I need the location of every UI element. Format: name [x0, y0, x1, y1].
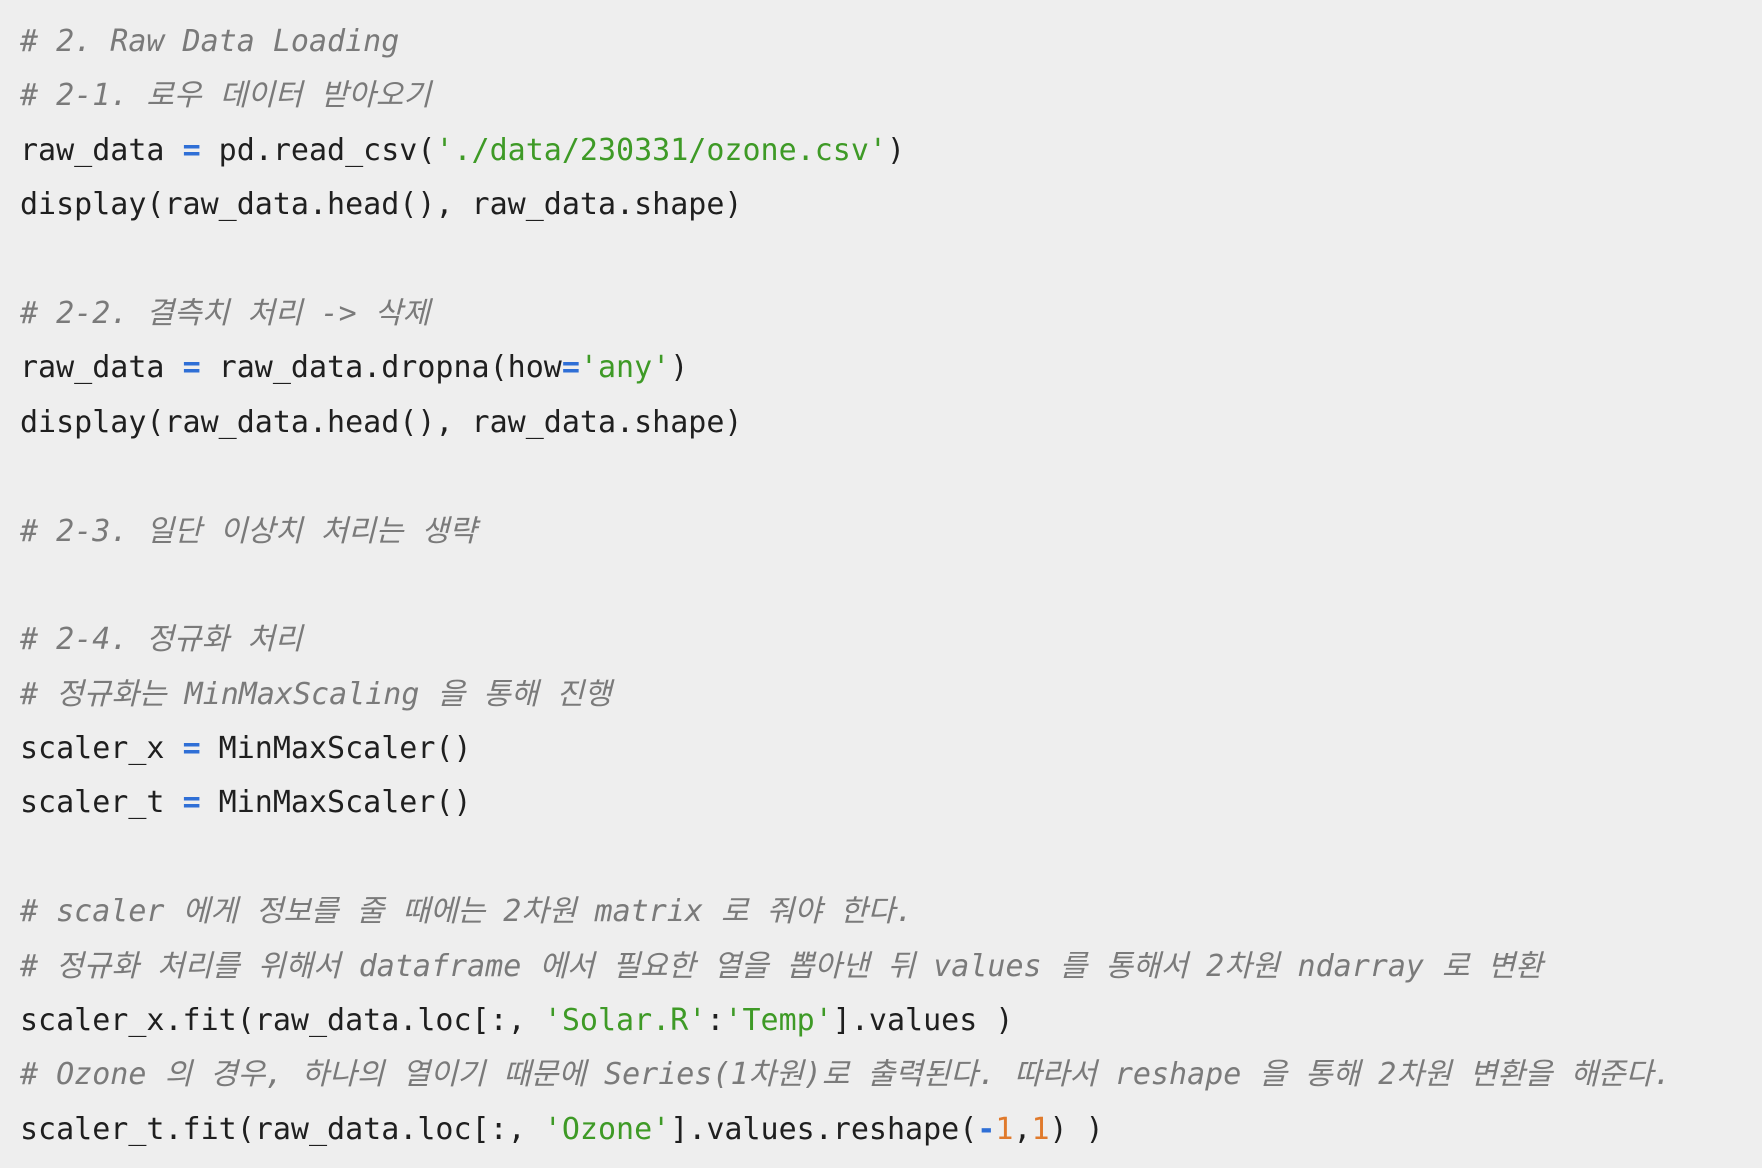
code-comment: # 2-3. 일단 이상치 처리는 생략: [20, 513, 477, 549]
code-comment: # Ozone 의 경우, 하나의 열이기 때문에 Series(1차원)로 출…: [20, 1057, 1672, 1093]
code-comment: # scaler 에게 정보를 줄 때에는 2차원 matrix 로 줘야 한다…: [20, 894, 914, 930]
code-operator: =: [182, 132, 201, 168]
code-token: scaler_t.fit(raw_data.loc[:,: [20, 1111, 544, 1147]
code-token: ): [670, 350, 689, 386]
code-line: # 2-1. 로우 데이터 받아오기: [20, 69, 1762, 123]
code-token: ].values.reshape(: [670, 1111, 978, 1147]
code-token: scaler_x.fit(raw_data.loc[:,: [20, 1003, 544, 1039]
code-comment: # 정규화는 MinMaxScaling 을 통해 진행: [20, 676, 612, 712]
code-line: raw_data = pd.read_csv('./data/230331/oz…: [20, 124, 1762, 178]
code-operator: =: [561, 350, 580, 386]
code-token: MinMaxScaler(): [200, 785, 472, 821]
code-string: 'Solar.R': [543, 1003, 707, 1039]
code-line: # 정규화는 MinMaxScaling 을 통해 진행: [20, 668, 1762, 722]
code-line: # scaler 에게 정보를 줄 때에는 2차원 matrix 로 줘야 한다…: [20, 885, 1762, 939]
code-operator: =: [182, 731, 201, 767]
code-token: display(raw_data.head(), raw_data.shape): [20, 404, 743, 440]
code-token: ].values ): [832, 1003, 1014, 1039]
code-token: MinMaxScaler(): [200, 731, 472, 767]
code-token: raw_data.dropna(how: [200, 350, 562, 386]
code-token: ,: [1013, 1111, 1032, 1147]
code-line: # 2-4. 정규화 처리: [20, 613, 1762, 667]
code-line: # 2. Raw Data Loading: [20, 15, 1762, 69]
code-token: raw_data: [20, 350, 183, 386]
code-string: 'Temp': [724, 1003, 833, 1039]
code-comment: # 2-2. 결측치 처리 -> 삭제: [20, 295, 430, 331]
code-line: # 2-3. 일단 이상치 처리는 생략: [20, 505, 1762, 559]
code-number: 1: [1031, 1111, 1050, 1147]
code-token: ): [886, 132, 906, 168]
code-number: 1: [995, 1111, 1014, 1147]
code-line: scaler_x = MinMaxScaler(): [20, 722, 1762, 776]
code-comment: # 2. Raw Data Loading: [20, 24, 400, 59]
code-line: scaler_t.fit(raw_data.loc[:, 'Ozone'].va…: [20, 1103, 1762, 1157]
code-token: ) ): [1049, 1111, 1104, 1147]
code-comment: # 정규화 처리를 위해서 dataframe 에서 필요한 열을 뽑아낸 뒤 …: [20, 948, 1543, 984]
code-token: scaler_t: [20, 785, 183, 821]
code-string: './data/230331/ozone.csv': [435, 132, 887, 168]
code-line: # 2-2. 결측치 처리 -> 삭제: [20, 287, 1762, 341]
code-line: # Ozone 의 경우, 하나의 열이기 때문에 Series(1차원)로 출…: [20, 1048, 1762, 1102]
code-string: 'Ozone': [543, 1111, 671, 1147]
code-token: raw_data: [20, 132, 183, 168]
code-block[interactable]: # 2. Raw Data Loading # 2-1. 로우 데이터 받아오기 r…: [0, 0, 1762, 1168]
code-comment: # 2-4. 정규화 처리: [20, 622, 303, 658]
code-token: scaler_x: [20, 731, 183, 767]
code-token: display(raw_data.head(), raw_data.shape): [20, 187, 743, 223]
code-token: :: [706, 1003, 725, 1039]
code-operator: =: [182, 785, 201, 821]
code-token: pd.read_csv(: [200, 132, 436, 168]
code-operator: =: [182, 350, 201, 386]
code-line: scaler_t = MinMaxScaler(): [20, 776, 1762, 830]
code-operator: -: [977, 1111, 996, 1147]
code-line: scaler_x.fit(raw_data.loc[:, 'Solar.R':'…: [20, 994, 1762, 1048]
code-comment: # 2-1. 로우 데이터 받아오기: [20, 78, 431, 114]
code-string: 'any': [579, 350, 671, 386]
code-line: raw_data = raw_data.dropna(how='any'): [20, 341, 1762, 395]
code-line: display(raw_data.head(), raw_data.shape): [20, 178, 1762, 232]
code-line: display(raw_data.head(), raw_data.shape): [20, 396, 1762, 450]
code-line: # 정규화 처리를 위해서 dataframe 에서 필요한 열을 뽑아낸 뒤 …: [20, 940, 1762, 994]
